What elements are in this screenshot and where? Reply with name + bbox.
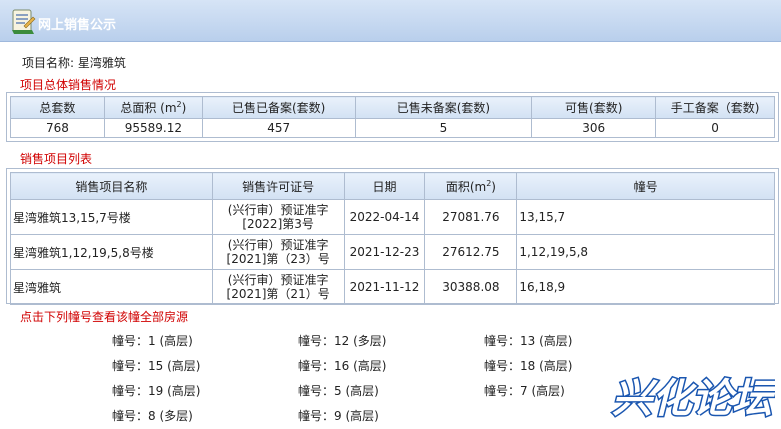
row-permit-number: (兴行审）预证准字 [2021]第（21）号 xyxy=(211,269,345,305)
forum-watermark-logo: 兴化论坛 xyxy=(611,375,776,421)
header-permit-number: 销售许可证号 xyxy=(211,172,345,200)
row-project-name[interactable]: 星湾雅筑1,12,19,5,8号楼 xyxy=(10,234,213,270)
summary-header-row: 总套数 总面积 (m2) 已售已备案(套数) 已售未备案(套数) 可售(套数) … xyxy=(10,96,775,119)
sales-header-row: 销售项目名称 销售许可证号 日期 面积(m2) 幢号 xyxy=(10,172,775,200)
building-link-15[interactable]: 幢号：15 (高层) xyxy=(112,357,200,374)
header-sold-unfiled: 已售未备案(套数) xyxy=(354,96,533,119)
row-area: 30388.08 xyxy=(424,269,518,305)
table-row[interactable]: 星湾雅筑13,15,7号楼 (兴行审）预证准字 [2022]第3号 2022-04… xyxy=(10,199,775,235)
building-link-16[interactable]: 幢号：16 (高层) xyxy=(298,357,386,374)
notebook-icon xyxy=(12,9,36,34)
header-project-name: 销售项目名称 xyxy=(10,172,213,200)
row-permit-number: (兴行审）预证准字 [2022]第3号 xyxy=(211,199,345,235)
table-row[interactable]: 星湾雅筑 (兴行审）预证准字 [2021]第（21）号 2021-11-12 30… xyxy=(10,269,775,305)
buildings-section-title: 点击下列幢号查看该幢全部房源 xyxy=(20,310,189,324)
value-manual-filed: 0 xyxy=(655,118,775,138)
svg-text:兴化论坛: 兴化论坛 xyxy=(612,376,775,420)
summary-table: 总套数 总面积 (m2) 已售已备案(套数) 已售未备案(套数) 可售(套数) … xyxy=(10,96,775,138)
project-name: 星湾雅筑 xyxy=(77,56,126,70)
row-area: 27612.75 xyxy=(424,234,518,270)
row-area: 27081.76 xyxy=(424,199,518,235)
header-area: 面积(m2) xyxy=(424,172,518,200)
header-sold-filed: 已售已备案(套数) xyxy=(201,96,356,119)
sales-table: 销售项目名称 销售许可证号 日期 面积(m2) 幢号 星湾雅筑13,15,7号楼… xyxy=(10,172,775,305)
value-total-units: 768 xyxy=(10,118,105,138)
building-link-12[interactable]: 幢号：12 (多层) xyxy=(298,332,386,349)
building-link-8[interactable]: 幢号：8 (多层) xyxy=(112,407,193,424)
value-total-area: 95589.12 xyxy=(103,118,203,138)
building-link-7[interactable]: 幢号：7 (高层) xyxy=(484,382,565,399)
building-link-13[interactable]: 幢号：13 (高层) xyxy=(484,332,572,349)
building-link-5[interactable]: 幢号：5 (高层) xyxy=(298,382,379,399)
header-manual-filed: 手工备案（套数) xyxy=(655,96,775,119)
building-link-1[interactable]: 幢号：1 (高层) xyxy=(112,332,193,349)
row-date: 2022-04-14 xyxy=(343,199,426,235)
value-available: 306 xyxy=(531,118,657,138)
project-name-line: 项目名称: 星湾雅筑 xyxy=(22,54,126,71)
page-title: 网上销售公示 xyxy=(38,18,117,33)
header-total-units: 总套数 xyxy=(10,96,105,119)
header-total-area: 总面积 (m2) xyxy=(103,96,203,119)
row-buildings: 13,15,7 xyxy=(516,199,775,235)
row-project-name[interactable]: 星湾雅筑13,15,7号楼 xyxy=(10,199,213,235)
value-sold-filed: 457 xyxy=(201,118,356,138)
summary-values-row: 768 95589.12 457 5 306 0 xyxy=(10,118,775,138)
header-bar: 网上销售公示 xyxy=(0,0,781,42)
building-link-18[interactable]: 幢号：18 (高层) xyxy=(484,357,572,374)
project-label: 项目名称: xyxy=(22,56,75,70)
header-available: 可售(套数) xyxy=(531,96,657,119)
summary-section-title: 项目总体销售情况 xyxy=(20,78,117,92)
building-link-19[interactable]: 幢号：19 (高层) xyxy=(112,382,200,399)
table-row[interactable]: 星湾雅筑1,12,19,5,8号楼 (兴行审）预证准字 [2021]第（23）号 … xyxy=(10,234,775,270)
row-buildings: 16,18,9 xyxy=(516,269,775,305)
row-date: 2021-12-23 xyxy=(343,234,426,270)
sales-list-section-title: 销售项目列表 xyxy=(20,152,93,166)
row-buildings: 1,12,19,5,8 xyxy=(516,234,775,270)
building-link-9[interactable]: 幢号：9 (高层) xyxy=(298,407,379,424)
row-project-name[interactable]: 星湾雅筑 xyxy=(10,269,213,305)
header-building-numbers: 幢号 xyxy=(516,172,775,200)
row-date: 2021-11-12 xyxy=(343,269,426,305)
value-sold-unfiled: 5 xyxy=(354,118,533,138)
row-permit-number: (兴行审）预证准字 [2021]第（23）号 xyxy=(211,234,345,270)
header-date: 日期 xyxy=(343,172,426,200)
